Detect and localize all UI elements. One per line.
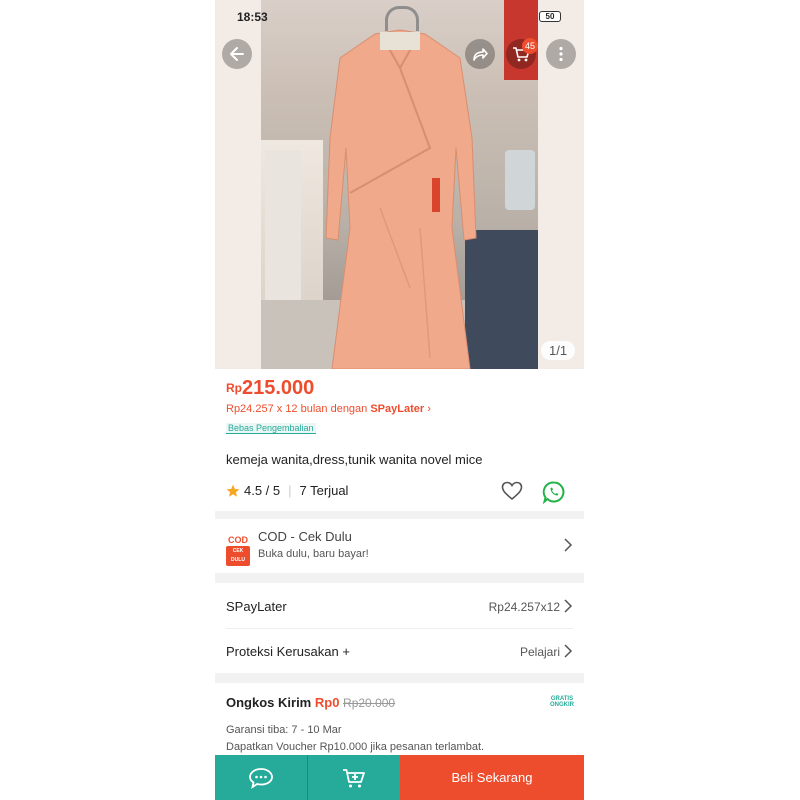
rating-value: 4.5 / 5: [244, 483, 281, 498]
product-price: Rp215.000: [226, 377, 314, 400]
rating-row: 4.5 / 5 | 7 Terjual: [226, 483, 348, 498]
cod-logo-main: COD: [228, 535, 248, 545]
dress-illustration: [325, 29, 477, 369]
cod-logo-sub: CEK DULU: [226, 546, 250, 566]
shipping-voucher-note: Dapatkan Voucher Rp10.000 jika pesanan t…: [226, 741, 485, 753]
sold-count: 7 Terjual: [299, 483, 349, 498]
section-divider: [215, 511, 584, 519]
spaylater-label: SPayLater: [226, 599, 287, 614]
free-shipping-badge: GRATIS ONGKIR: [550, 696, 574, 708]
back-button[interactable]: [222, 39, 252, 69]
add-to-cart-button[interactable]: [308, 755, 400, 800]
image-counter: 1/1: [541, 341, 576, 360]
spaylater-value: Rp24.257x12: [488, 600, 560, 614]
battery-icon: 50: [539, 11, 561, 22]
bottom-action-bar: Beli Sekarang: [215, 755, 584, 800]
installment-link[interactable]: Rp24.257 x 12 bulan dengan SPayLater ›: [226, 403, 431, 415]
protection-label: Proteksi Kerusakan +: [226, 644, 350, 659]
shipping-free-price: Rp0: [314, 695, 340, 710]
price-currency: Rp: [226, 381, 242, 395]
share-button[interactable]: [465, 39, 495, 69]
share-icon: [473, 48, 488, 61]
shipping-label: Ongkos Kirim: [226, 695, 315, 710]
cod-title: COD - Cek Dulu: [258, 529, 352, 544]
status-time: 18:53: [237, 10, 268, 24]
protection-learn-link[interactable]: Pelajari: [520, 645, 560, 659]
star-icon: [226, 484, 240, 497]
rating-divider: |: [288, 483, 292, 498]
shipping-title: Ongkos Kirim Rp0 Rp20.000: [226, 695, 395, 710]
row-divider: [226, 628, 573, 629]
price-value: 215.000: [242, 377, 315, 399]
return-badge: Bebas Pengembalian: [226, 423, 316, 434]
installment-text: Rp24.257 x 12 bulan dengan: [226, 403, 371, 415]
buy-now-button[interactable]: Beli Sekarang: [400, 755, 584, 800]
chat-button[interactable]: [215, 755, 307, 800]
chevron-right-icon: [564, 538, 573, 552]
add-to-cart-icon: [343, 768, 365, 787]
more-button[interactable]: [546, 39, 576, 69]
more-icon: [559, 46, 563, 62]
back-arrow-icon: [230, 47, 244, 61]
heart-icon[interactable]: [501, 481, 523, 501]
installment-brand: SPayLater: [370, 403, 425, 415]
display-stand: [505, 150, 535, 210]
whatsapp-share-icon[interactable]: [542, 480, 566, 504]
cod-subtitle: Buka dulu, baru bayar!: [258, 548, 369, 560]
shipping-guarantee: Garansi tiba: 7 - 10 Mar: [226, 724, 342, 736]
cart-count-badge: 45: [522, 38, 538, 54]
chat-icon: [249, 767, 273, 789]
cod-logo: COD CEK DULU: [226, 536, 250, 566]
section-divider: [215, 673, 584, 683]
shipping-old-price: Rp20.000: [343, 696, 396, 710]
product-screen: 1/1 18:53 50 45 Rp215.000 Rp24.257 x 12 …: [215, 0, 584, 800]
section-divider: [215, 573, 584, 583]
free-shipping-badge-bottom: ONGKIR: [550, 702, 574, 708]
chevron-right-icon: [564, 644, 573, 658]
chevron-right-icon: [564, 599, 573, 613]
chevron-right-icon: ›: [427, 403, 431, 415]
product-title: kemeja wanita,dress,tunik wanita novel m…: [226, 452, 483, 467]
